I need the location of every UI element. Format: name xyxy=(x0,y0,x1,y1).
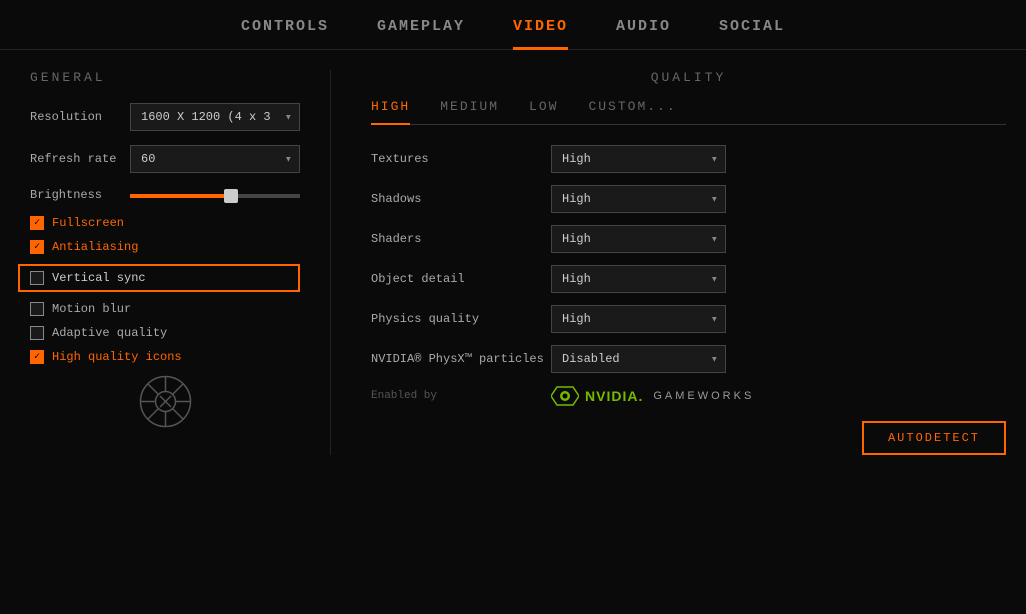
physics-quality-select[interactable]: HighMediumLow xyxy=(551,305,726,333)
brightness-slider-container xyxy=(130,187,300,202)
refresh-rate-control: 60 144 240 xyxy=(130,145,300,173)
textures-select[interactable]: HighMediumLow xyxy=(551,145,726,173)
textures-row: Textures HighMediumLow xyxy=(371,145,1006,173)
nvidia-logo: NVIDIA. GAMEWORKS xyxy=(551,385,754,407)
nav-audio[interactable]: AUDIO xyxy=(616,18,671,49)
gameworks-text: GAMEWORKS xyxy=(653,390,754,402)
fullscreen-label: Fullscreen xyxy=(52,216,124,230)
high-quality-icons-label: High quality icons xyxy=(52,350,182,364)
refresh-rate-label: Refresh rate xyxy=(30,152,130,166)
tab-medium[interactable]: MEDIUM xyxy=(440,99,499,124)
refresh-rate-row: Refresh rate 60 144 240 xyxy=(30,145,300,173)
section-divider xyxy=(330,70,331,455)
autodetect-button[interactable]: AUTODETECT xyxy=(862,421,1006,455)
shaders-row: Shaders HighMediumLow xyxy=(371,225,1006,253)
shadows-select-wrapper: HighMediumLow xyxy=(551,185,726,213)
resolution-row: Resolution 1600 X 1200 (4 x 3) 1920 X 10… xyxy=(30,103,300,131)
high-quality-icons-checkbox[interactable] xyxy=(30,350,44,364)
resolution-select-wrapper: 1600 X 1200 (4 x 3) 1920 X 1080 (16 x 9)… xyxy=(130,103,300,131)
vertical-sync-checkbox-row[interactable]: Vertical sync xyxy=(18,264,300,292)
wheel-icon-container xyxy=(30,374,300,429)
antialiasing-checkbox[interactable] xyxy=(30,240,44,254)
object-detail-select[interactable]: HighMediumLow xyxy=(551,265,726,293)
vertical-sync-label: Vertical sync xyxy=(52,271,146,285)
nav-gameplay[interactable]: GAMEPLAY xyxy=(377,18,465,49)
adaptive-quality-checkbox-row[interactable]: Adaptive quality xyxy=(30,326,300,340)
physics-quality-row: Physics quality HighMediumLow xyxy=(371,305,1006,333)
object-detail-row: Object detail HighMediumLow xyxy=(371,265,1006,293)
fullscreen-checkbox-row[interactable]: Fullscreen xyxy=(30,216,300,230)
wheel-icon xyxy=(138,374,193,429)
nav-social[interactable]: SOCIAL xyxy=(719,18,785,49)
shadows-select[interactable]: HighMediumLow xyxy=(551,185,726,213)
physx-particles-select-wrapper: DisabledLowHigh xyxy=(551,345,726,373)
antialiasing-label: Antialiasing xyxy=(52,240,138,254)
physx-particles-label: NVIDIA® PhysX™ particles xyxy=(371,352,551,366)
adaptive-quality-checkbox[interactable] xyxy=(30,326,44,340)
quality-tabs: HIGH MEDIUM LOW CUSTOM... xyxy=(371,99,1006,125)
nvidia-brand-text: NVIDIA. xyxy=(585,388,643,404)
nav-video[interactable]: VIDEO xyxy=(513,18,568,49)
motion-blur-checkbox-row[interactable]: Motion blur xyxy=(30,302,300,316)
brightness-row: Brightness xyxy=(30,187,300,202)
tab-low[interactable]: LOW xyxy=(529,99,558,124)
general-section: GENERAL Resolution 1600 X 1200 (4 x 3) 1… xyxy=(0,70,320,455)
shadows-label: Shadows xyxy=(371,192,551,206)
adaptive-quality-label: Adaptive quality xyxy=(52,326,167,340)
resolution-select[interactable]: 1600 X 1200 (4 x 3) 1920 X 1080 (16 x 9)… xyxy=(130,103,300,131)
shadows-row: Shadows HighMediumLow xyxy=(371,185,1006,213)
fullscreen-checkbox[interactable] xyxy=(30,216,44,230)
general-title: GENERAL xyxy=(30,70,300,85)
physx-particles-select[interactable]: DisabledLowHigh xyxy=(551,345,726,373)
textures-select-wrapper: HighMediumLow xyxy=(551,145,726,173)
enabled-by-text: Enabled by xyxy=(371,390,551,402)
shaders-label: Shaders xyxy=(371,232,551,246)
antialiasing-checkbox-row[interactable]: Antialiasing xyxy=(30,240,300,254)
object-detail-label: Object detail xyxy=(371,272,551,286)
physics-quality-select-wrapper: HighMediumLow xyxy=(551,305,726,333)
brightness-slider[interactable] xyxy=(130,194,300,198)
textures-label: Textures xyxy=(371,152,551,166)
checkboxes-group: Fullscreen Antialiasing Vertical sync Mo… xyxy=(30,216,300,364)
tab-high[interactable]: HIGH xyxy=(371,99,410,124)
physx-particles-row: NVIDIA® PhysX™ particles DisabledLowHigh xyxy=(371,345,1006,373)
tab-custom[interactable]: CUSTOM... xyxy=(588,99,676,124)
nvidia-eye-icon xyxy=(551,385,579,407)
brightness-label: Brightness xyxy=(30,188,130,202)
high-quality-icons-checkbox-row[interactable]: High quality icons xyxy=(30,350,300,364)
resolution-control: 1600 X 1200 (4 x 3) 1920 X 1080 (16 x 9)… xyxy=(130,103,300,131)
refresh-rate-select[interactable]: 60 144 240 xyxy=(130,145,300,173)
object-detail-select-wrapper: HighMediumLow xyxy=(551,265,726,293)
main-content: GENERAL Resolution 1600 X 1200 (4 x 3) 1… xyxy=(0,50,1026,475)
top-nav: CONTROLS GAMEPLAY VIDEO AUDIO SOCIAL xyxy=(0,0,1026,50)
autodetect-row: AUTODETECT xyxy=(371,421,1006,455)
nvidia-row: Enabled by NVIDIA. GAMEWORKS xyxy=(371,385,1006,407)
quality-section: QUALITY HIGH MEDIUM LOW CUSTOM... Textur… xyxy=(341,70,1026,455)
shaders-select[interactable]: HighMediumLow xyxy=(551,225,726,253)
quality-title: QUALITY xyxy=(371,70,1006,85)
refresh-rate-select-wrapper: 60 144 240 xyxy=(130,145,300,173)
shaders-select-wrapper: HighMediumLow xyxy=(551,225,726,253)
motion-blur-label: Motion blur xyxy=(52,302,131,316)
physics-quality-label: Physics quality xyxy=(371,312,551,326)
vertical-sync-checkbox[interactable] xyxy=(30,271,44,285)
resolution-label: Resolution xyxy=(30,110,130,124)
motion-blur-checkbox[interactable] xyxy=(30,302,44,316)
nav-controls[interactable]: CONTROLS xyxy=(241,18,329,49)
